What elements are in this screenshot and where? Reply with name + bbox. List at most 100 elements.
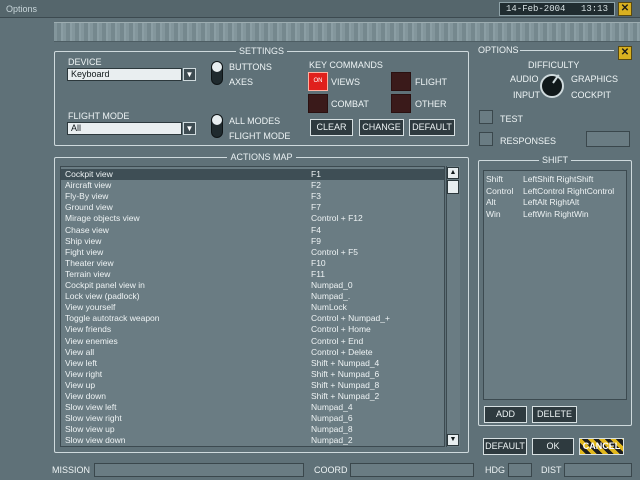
action-row[interactable]: Fight view Control + F5 [61, 247, 444, 258]
input-label[interactable]: INPUT [513, 90, 540, 100]
shift-modifier: Alt [486, 197, 496, 207]
default-button[interactable]: DEFAULT [483, 438, 527, 455]
flight-mode-dropdown-button[interactable]: ▼ [183, 122, 196, 135]
shift-list[interactable]: Shift LeftShift RightShift Control LeftCont… [483, 170, 627, 400]
window-close-button[interactable]: ✕ [618, 2, 632, 16]
action-name: View up [65, 379, 96, 390]
shift-row[interactable]: Shift LeftShift RightShift [484, 174, 626, 185]
change-button[interactable]: CHANGE [359, 119, 404, 136]
device-select[interactable]: Keyboard [67, 68, 182, 81]
shift-row[interactable]: Control LeftControl RightControl [484, 186, 626, 197]
modes-toggle[interactable] [211, 114, 223, 138]
action-name: Slow view left [65, 402, 117, 413]
action-row[interactable]: View all Control + Delete [61, 347, 444, 358]
options-dial[interactable] [540, 74, 564, 98]
actions-scroll-down-button[interactable]: ▼ [447, 434, 459, 446]
shift-keys: LeftAlt RightAlt [523, 197, 580, 207]
action-row[interactable]: View yourself NumLock [61, 302, 444, 313]
action-key: F3 [311, 191, 321, 202]
action-row[interactable]: View up Shift + Numpad_8 [61, 380, 444, 391]
action-key: Numpad_. [311, 291, 351, 302]
action-row[interactable]: Slow view down Numpad_2 [61, 435, 444, 446]
shift-modifier: Shift [486, 174, 504, 184]
default-key-button[interactable]: DEFAULT [409, 119, 455, 136]
close-icon: ✕ [620, 47, 630, 58]
action-row[interactable]: Ship view F9 [61, 236, 444, 247]
action-row[interactable]: View right Shift + Numpad_6 [61, 369, 444, 380]
action-name: Ship view [65, 235, 102, 246]
action-name: View left [65, 357, 97, 368]
window-title: Options [6, 4, 38, 14]
action-row[interactable]: Slow view up Numpad_8 [61, 424, 444, 435]
close-icon: ✕ [620, 3, 630, 14]
settings-title: SETTINGS [235, 46, 287, 56]
actions-scrollbar[interactable] [446, 166, 460, 447]
responses-field[interactable] [586, 131, 630, 147]
action-row[interactable]: Fly-By view F3 [61, 191, 444, 202]
ok-button[interactable]: OK [532, 438, 574, 455]
chevron-down-icon: ▼ [185, 124, 194, 133]
action-key: Numpad_6 [311, 413, 353, 424]
action-row[interactable]: Toggle autotrack weapon Control + Numpad_… [61, 313, 444, 324]
other-led[interactable] [391, 94, 411, 113]
action-name: Chase view [65, 224, 109, 235]
test-checkbox[interactable] [479, 110, 493, 124]
action-row[interactable]: View down Shift + Numpad_2 [61, 391, 444, 402]
views-led[interactable]: ON [308, 72, 328, 91]
action-row[interactable]: View friends Control + Home [61, 324, 444, 335]
map-strip [54, 22, 640, 42]
action-key: Control + F5 [311, 246, 359, 257]
action-row[interactable]: Mirage objects view Control + F12 [61, 213, 444, 224]
add-button[interactable]: ADD [484, 406, 527, 423]
action-row[interactable]: Slow view right Numpad_6 [61, 413, 444, 424]
flight-mode-select[interactable]: All [67, 122, 182, 135]
cancel-button[interactable]: CANCEL [579, 438, 624, 455]
flight-led[interactable] [391, 72, 411, 91]
combat-led[interactable] [308, 94, 328, 113]
action-name: Fly-By view [65, 191, 109, 202]
shift-row[interactable]: Win LeftWin RightWin [484, 209, 626, 220]
actions-list[interactable]: Cockpit view F1 Aircraft view F2 Fly-By view… [60, 166, 445, 447]
action-row[interactable]: Aircraft view F2 [61, 180, 444, 191]
difficulty-label[interactable]: DIFFICULTY [528, 60, 579, 70]
flight-label: FLIGHT [415, 77, 448, 87]
delete-button[interactable]: DELETE [532, 406, 577, 423]
options-title: OPTIONS [478, 45, 519, 55]
action-key: Control + Home [311, 324, 371, 335]
action-name: View down [65, 391, 106, 401]
views-label: VIEWS [331, 77, 361, 87]
toggle-knob [212, 115, 222, 125]
actions-map-title: ACTIONS MAP [227, 152, 296, 162]
action-row[interactable]: View enemies Control + End [61, 336, 444, 347]
device-label: DEVICE [68, 57, 102, 67]
clear-button[interactable]: CLEAR [310, 119, 353, 136]
action-row[interactable]: Cockpit view F1 [61, 169, 444, 180]
shift-modifier: Control [486, 185, 514, 196]
shift-keys: LeftWin RightWin [523, 208, 589, 219]
actions-scroll-thumb[interactable] [447, 180, 459, 194]
action-row[interactable]: Slow view left Numpad_4 [61, 402, 444, 413]
options-close-button[interactable]: ✕ [618, 46, 632, 60]
responses-label: RESPONSES [500, 136, 557, 146]
action-row[interactable]: Chase view F4 [61, 225, 444, 236]
hdg-label: HDG [485, 465, 505, 475]
action-key: Shift + Numpad_4 [311, 357, 380, 368]
time-text: 13:13 [580, 4, 608, 14]
device-dropdown-button[interactable]: ▼ [183, 68, 196, 81]
cockpit-label[interactable]: COCKPIT [571, 90, 611, 100]
buttons-axes-toggle[interactable] [211, 61, 223, 85]
action-row[interactable]: Theater view F10 [61, 258, 444, 269]
actions-scroll-up-button[interactable]: ▲ [447, 167, 459, 179]
action-name: Terrain view [65, 268, 111, 279]
action-row[interactable]: Ground view F7 [61, 202, 444, 213]
action-row[interactable]: Terrain view F11 [61, 269, 444, 280]
action-row[interactable]: Cockpit panel view in Numpad_0 [61, 280, 444, 291]
shift-row[interactable]: Alt LeftAlt RightAlt [484, 197, 626, 208]
action-name: View friends [65, 324, 112, 335]
graphics-label[interactable]: GRAPHICS [571, 74, 618, 84]
responses-checkbox[interactable] [479, 132, 493, 146]
action-key: F11 [311, 268, 326, 279]
action-row[interactable]: Lock view (padlock) Numpad_. [61, 291, 444, 302]
audio-label[interactable]: AUDIO [510, 74, 539, 84]
action-row[interactable]: View left Shift + Numpad_4 [61, 358, 444, 369]
